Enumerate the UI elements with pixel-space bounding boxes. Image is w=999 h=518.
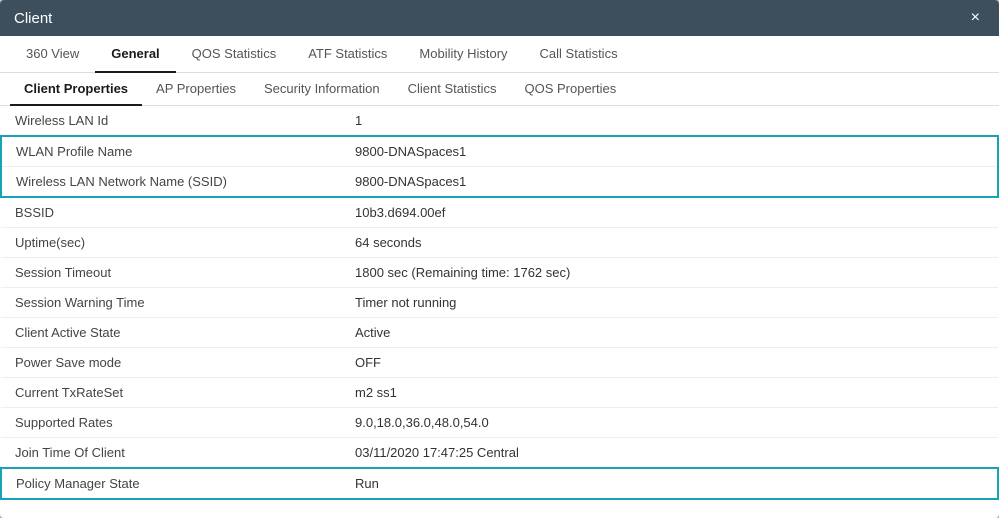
top-tab-call_statistics[interactable]: Call Statistics — [524, 36, 634, 73]
table-row: Wireless LAN Id1 — [1, 106, 998, 136]
modal-title: Client — [14, 10, 52, 27]
property-label: Power Save mode — [1, 348, 341, 378]
top-tab-bar: 360 ViewGeneralQOS StatisticsATF Statist… — [0, 36, 999, 73]
table-row: Uptime(sec)64 seconds — [1, 228, 998, 258]
table-row: Join Time Of Client03/11/2020 17:47:25 C… — [1, 438, 998, 469]
property-label: Session Timeout — [1, 258, 341, 288]
table-row: Power Save modeOFF — [1, 348, 998, 378]
property-label: Join Time Of Client — [1, 438, 341, 469]
property-value: 03/11/2020 17:47:25 Central — [341, 438, 998, 469]
properties-table-container[interactable]: Wireless LAN Id1WLAN Profile Name9800-DN… — [0, 106, 999, 518]
top-tab-atf_statistics[interactable]: ATF Statistics — [292, 36, 403, 73]
property-label: Client Active State — [1, 318, 341, 348]
content-area: Wireless LAN Id1WLAN Profile Name9800-DN… — [0, 106, 999, 518]
table-row: Supported Rates9.0,18.0,36.0,48.0,54.0 — [1, 408, 998, 438]
property-value: 9.0,18.0,36.0,48.0,54.0 — [341, 408, 998, 438]
modal-close-button[interactable]: × — [966, 8, 985, 28]
property-label: Policy Manager State — [1, 468, 341, 499]
property-label: WLAN Profile Name — [1, 136, 341, 167]
top-tab-mobility_history[interactable]: Mobility History — [403, 36, 523, 73]
property-value: m2 ss1 — [341, 378, 998, 408]
sub-tab-qos_properties[interactable]: QOS Properties — [510, 73, 630, 106]
property-value: Timer not running — [341, 288, 998, 318]
property-label: Wireless LAN Id — [1, 106, 341, 136]
sub-tab-bar: Client PropertiesAP PropertiesSecurity I… — [0, 73, 999, 106]
property-label: Supported Rates — [1, 408, 341, 438]
property-value: 9800-DNASpaces1 — [341, 167, 998, 198]
table-row: Client Active StateActive — [1, 318, 998, 348]
table-row: Wireless LAN Network Name (SSID)9800-DNA… — [1, 167, 998, 198]
property-value: 10b3.d694.00ef — [341, 197, 998, 228]
property-label: Session Warning Time — [1, 288, 341, 318]
client-modal: Client × 360 ViewGeneralQOS StatisticsAT… — [0, 0, 999, 518]
sub-tab-security_information[interactable]: Security Information — [250, 73, 394, 106]
sub-tab-ap_properties[interactable]: AP Properties — [142, 73, 250, 106]
modal-header: Client × — [0, 0, 999, 36]
table-row: Session Warning TimeTimer not running — [1, 288, 998, 318]
property-value: 1800 sec (Remaining time: 1762 sec) — [341, 258, 998, 288]
sub-tab-client_statistics[interactable]: Client Statistics — [394, 73, 511, 106]
top-tab-360view[interactable]: 360 View — [10, 36, 95, 73]
table-row: Policy Manager StateRun — [1, 468, 998, 499]
property-value: Active — [341, 318, 998, 348]
sub-tab-client_properties[interactable]: Client Properties — [10, 73, 142, 106]
table-row: Session Timeout1800 sec (Remaining time:… — [1, 258, 998, 288]
property-value: Run — [341, 468, 998, 499]
property-value: OFF — [341, 348, 998, 378]
top-tab-general[interactable]: General — [95, 36, 175, 73]
table-row: WLAN Profile Name9800-DNASpaces1 — [1, 136, 998, 167]
property-value: 1 — [341, 106, 998, 136]
property-label: Uptime(sec) — [1, 228, 341, 258]
table-row: Current TxRateSetm2 ss1 — [1, 378, 998, 408]
property-label: Current TxRateSet — [1, 378, 341, 408]
property-value: 9800-DNASpaces1 — [341, 136, 998, 167]
top-tab-qos_statistics[interactable]: QOS Statistics — [176, 36, 293, 73]
property-value: 64 seconds — [341, 228, 998, 258]
properties-table: Wireless LAN Id1WLAN Profile Name9800-DN… — [0, 106, 999, 500]
table-row: BSSID10b3.d694.00ef — [1, 197, 998, 228]
property-label: Wireless LAN Network Name (SSID) — [1, 167, 341, 198]
property-label: BSSID — [1, 197, 341, 228]
